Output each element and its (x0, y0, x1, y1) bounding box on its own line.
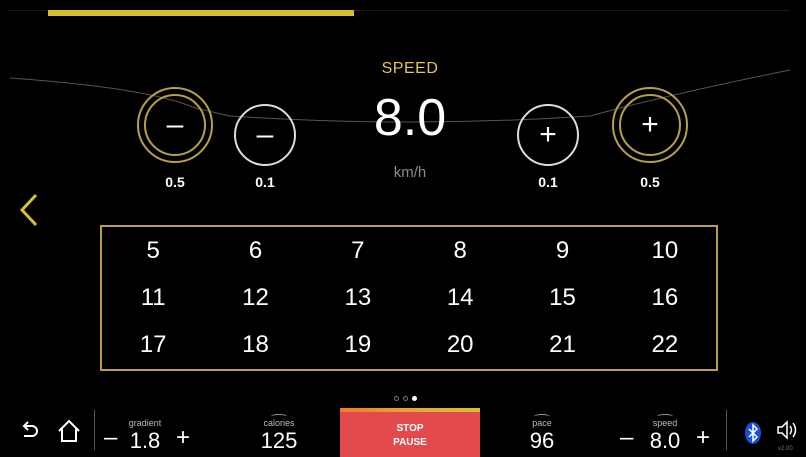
speed-decrease-button[interactable]: – (620, 424, 633, 452)
preset-speed-cell[interactable]: 22 (614, 322, 716, 369)
preset-speed-cell[interactable]: 19 (307, 322, 409, 369)
gradient-label: gradient (128, 418, 162, 428)
speed-unit: km/h (393, 164, 427, 181)
stop-progress-bar (340, 408, 480, 412)
calories-label: calories (263, 418, 295, 428)
preset-speed-cell[interactable]: 15 (511, 274, 613, 321)
preset-speed-cell[interactable]: 20 (409, 322, 511, 369)
preset-speed-cell[interactable]: 6 (204, 227, 306, 274)
workout-screen: SPEED 8.0 km/h – 0.5 – 0.1 + 0.1 + 0.5 5… (0, 0, 806, 457)
page-indicator (394, 396, 417, 401)
version-label: v2.00 (778, 446, 793, 452)
preset-speed-cell[interactable]: 14 (409, 274, 511, 321)
step-label-plus-0.1: 0.1 (538, 174, 558, 190)
speed-increase-0.1-button[interactable]: + (517, 104, 579, 166)
speed-label: speed (652, 418, 678, 428)
speed-title: SPEED (381, 60, 439, 77)
calories-value: 125 (260, 428, 298, 453)
plus-icon: + (619, 94, 681, 156)
step-label-minus-0.1: 0.1 (255, 174, 275, 190)
speed-bottom-value: 8.0 (649, 428, 681, 453)
speed-decrease-0.1-button[interactable]: – (234, 104, 296, 166)
step-label-plus-0.5: 0.5 (640, 174, 660, 190)
preset-speed-cell[interactable]: 10 (614, 227, 716, 274)
preset-speed-cell[interactable]: 17 (102, 322, 204, 369)
divider (94, 410, 95, 450)
preset-speed-cell[interactable]: 8 (409, 227, 511, 274)
stop-label: STOP (396, 423, 424, 434)
preset-speed-cell[interactable]: 13 (307, 274, 409, 321)
step-label-minus-0.5: 0.5 (165, 174, 185, 190)
preset-speed-cell[interactable]: 16 (614, 274, 716, 321)
stop-pause-button[interactable]: STOP PAUSE (340, 408, 480, 457)
speed-preset-grid: 5 6 7 8 9 10 11 12 13 14 15 16 17 18 19 … (100, 225, 718, 371)
minus-icon: – (256, 118, 274, 151)
divider (726, 410, 727, 450)
pace-label: pace (532, 418, 552, 428)
bluetooth-icon[interactable] (743, 421, 763, 445)
pace-value: 96 (529, 428, 555, 453)
gradient-decrease-button[interactable]: – (104, 424, 117, 452)
minus-icon: – (144, 94, 206, 156)
preset-speed-cell[interactable]: 7 (307, 227, 409, 274)
preset-speed-cell[interactable]: 12 (204, 274, 306, 321)
undo-icon[interactable] (18, 420, 40, 442)
speed-increase-0.5-button[interactable]: + (612, 87, 688, 163)
page-dot[interactable] (403, 396, 408, 401)
page-dot[interactable] (394, 396, 399, 401)
preset-speed-cell[interactable]: 9 (511, 227, 613, 274)
volume-icon[interactable] (776, 419, 800, 441)
preset-speed-cell[interactable]: 21 (511, 322, 613, 369)
speed-decrease-0.5-button[interactable]: – (137, 87, 213, 163)
gradient-increase-button[interactable]: + (176, 424, 190, 452)
page-dot-active[interactable] (412, 396, 417, 401)
home-icon[interactable] (56, 418, 82, 444)
speed-value: 8.0 (373, 89, 447, 147)
preset-speed-cell[interactable]: 18 (204, 322, 306, 369)
preset-speed-cell[interactable]: 5 (102, 227, 204, 274)
plus-icon: + (539, 118, 557, 151)
gradient-value: 1.8 (129, 428, 161, 453)
pause-label: PAUSE (393, 437, 427, 448)
preset-speed-cell[interactable]: 11 (102, 274, 204, 321)
speed-increase-button[interactable]: + (696, 424, 710, 452)
chevron-left-icon[interactable] (14, 190, 44, 230)
